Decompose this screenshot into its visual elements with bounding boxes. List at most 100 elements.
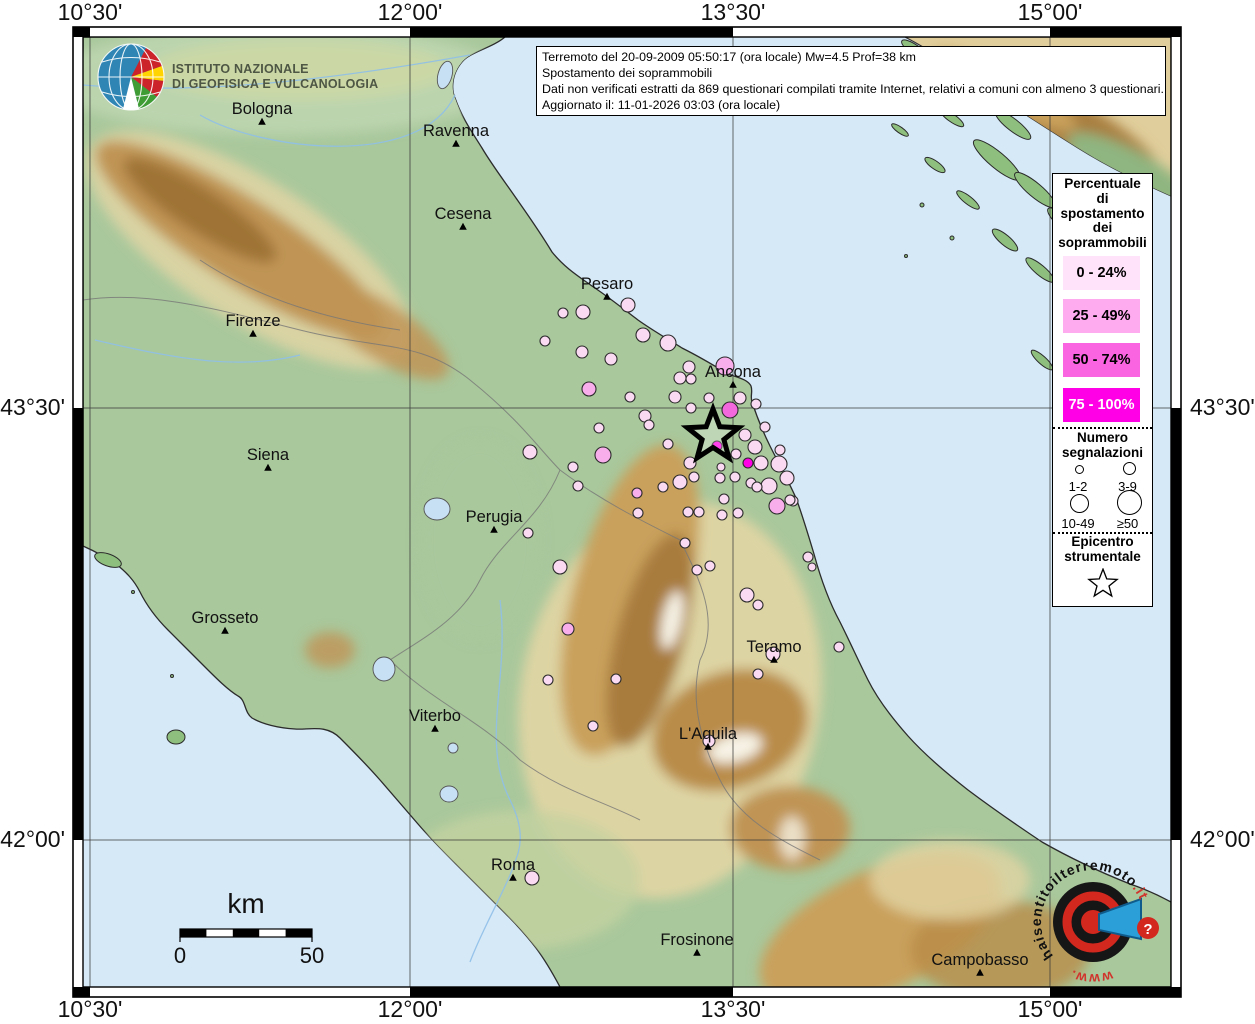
legend-swatch-0-24: 0 - 24% (1063, 256, 1140, 290)
city-label: Bologna (232, 100, 293, 118)
map-point (730, 472, 740, 482)
map-point (761, 478, 777, 494)
map-point (780, 471, 794, 485)
city-label: Grosseto (192, 609, 259, 627)
map-point (760, 422, 770, 432)
map-point (715, 473, 725, 483)
map-point (717, 463, 725, 471)
legend-swatch-50-74: 50 - 74% (1063, 343, 1140, 377)
map-point (576, 346, 588, 358)
city-label: Siena (247, 446, 290, 464)
city-label: Ravenna (423, 122, 490, 140)
count-circle-10-49 (1070, 494, 1089, 513)
map-point (803, 552, 813, 562)
city-label: Campobasso (931, 951, 1028, 969)
page: { "frame": { "meridians": [ {"label": "1… (0, 0, 1255, 1024)
map-point (674, 372, 686, 384)
event-headline: Terremoto del 20-09-2009 05:50:17 (ora l… (542, 49, 1160, 65)
map-point (694, 507, 704, 517)
lat-label-left-2: 42°00' (0, 826, 65, 852)
lon-label-bottom-1: 10°30' (58, 996, 123, 1022)
city-label: Teramo (746, 638, 801, 656)
lat-label-right-1: 43°30' (1190, 394, 1255, 420)
map-interior: BolognaRavennaCesenaFirenzePesaroAnconaS… (50, 25, 1201, 1024)
lon-label-top-1: 10°30' (58, 0, 123, 25)
map-point (588, 721, 598, 731)
map-point (669, 391, 681, 403)
lon-label-top-2: 12°00' (378, 0, 443, 25)
map-point (683, 507, 693, 517)
map-point (689, 472, 699, 482)
map-point (633, 508, 643, 518)
event-updated: Aggiornato il: 11-01-2026 03:03 (ora loc… (542, 97, 1160, 113)
map-point (734, 392, 746, 404)
map-point (834, 642, 844, 652)
city-label: Viterbo (409, 707, 461, 725)
map-point (605, 353, 617, 365)
event-question: Spostamento dei soprammobili (542, 65, 1160, 81)
legend-epicenter-title: Epicentro strumentale (1053, 535, 1152, 565)
map-point (754, 456, 768, 470)
map-point (692, 565, 702, 575)
legend-swatch-75-100: 75 - 100% (1063, 388, 1140, 422)
map-point (576, 305, 590, 319)
map-point (621, 298, 635, 312)
ingv-name-line1: ISTITUTO NAZIONALE (172, 62, 309, 76)
scale-bar-title: km (227, 888, 264, 919)
map-point (705, 561, 715, 571)
map-point (573, 481, 583, 491)
map-point (684, 457, 696, 469)
map-point (704, 393, 714, 403)
map-point (636, 328, 650, 342)
map-point (632, 488, 642, 498)
count-circle-50 (1117, 490, 1142, 515)
map-point (686, 403, 696, 413)
map-point (808, 563, 816, 571)
map-point (752, 482, 762, 492)
map-point (683, 361, 695, 373)
legend-epicenter-star-icon (1086, 568, 1120, 600)
count-label-10-49: 10-49 (1053, 516, 1103, 531)
count-label-50: ≥50 (1103, 516, 1152, 531)
city-label: Pesaro (581, 275, 633, 293)
city-label: Perugia (466, 508, 524, 526)
city-label: Roma (491, 856, 536, 874)
map-point (753, 600, 763, 610)
map-point (731, 449, 741, 459)
map-point (594, 423, 604, 433)
map-point (686, 374, 696, 384)
map-point (558, 308, 568, 318)
event-data-note: Dati non verificati estratti da 869 ques… (542, 81, 1160, 97)
map-point (748, 440, 762, 454)
legend-count-title: Numero segnalazioni (1053, 431, 1152, 461)
lon-label-bottom-2: 12°00' (378, 996, 443, 1022)
city-label: Cesena (435, 205, 493, 223)
event-info-box: Terremoto del 20-09-2009 05:50:17 (ora l… (536, 46, 1166, 116)
map-point (722, 402, 738, 418)
city-label: Ancona (705, 363, 762, 381)
map-point (553, 560, 567, 574)
question-mark: ? (1143, 921, 1152, 938)
lat-label-right-2: 42°00' (1190, 826, 1255, 852)
map-point (543, 675, 553, 685)
lat-label-left-1: 43°30' (0, 394, 65, 420)
lon-label-top-3: 13°30' (701, 0, 766, 25)
map-point (562, 623, 574, 635)
map-point (568, 462, 578, 472)
map-point (740, 588, 754, 602)
map-point (775, 445, 785, 455)
lon-label-top-4: 15°00' (1018, 0, 1083, 25)
count-circle-1-2 (1075, 465, 1084, 474)
legend-divider-1 (1053, 427, 1152, 429)
map-point (582, 382, 596, 396)
city-label: Frosinone (660, 931, 733, 949)
scale-bar-start: 0 (174, 943, 186, 968)
map-point (769, 498, 785, 514)
legend: Percentuale di spostamento dei soprammob… (1052, 173, 1153, 607)
lon-label-bottom-3: 13°30' (701, 996, 766, 1022)
map-point (673, 475, 687, 489)
map-point (743, 458, 753, 468)
map-point (733, 508, 743, 518)
count-circle-3-9 (1123, 462, 1136, 475)
map-point (611, 674, 621, 684)
